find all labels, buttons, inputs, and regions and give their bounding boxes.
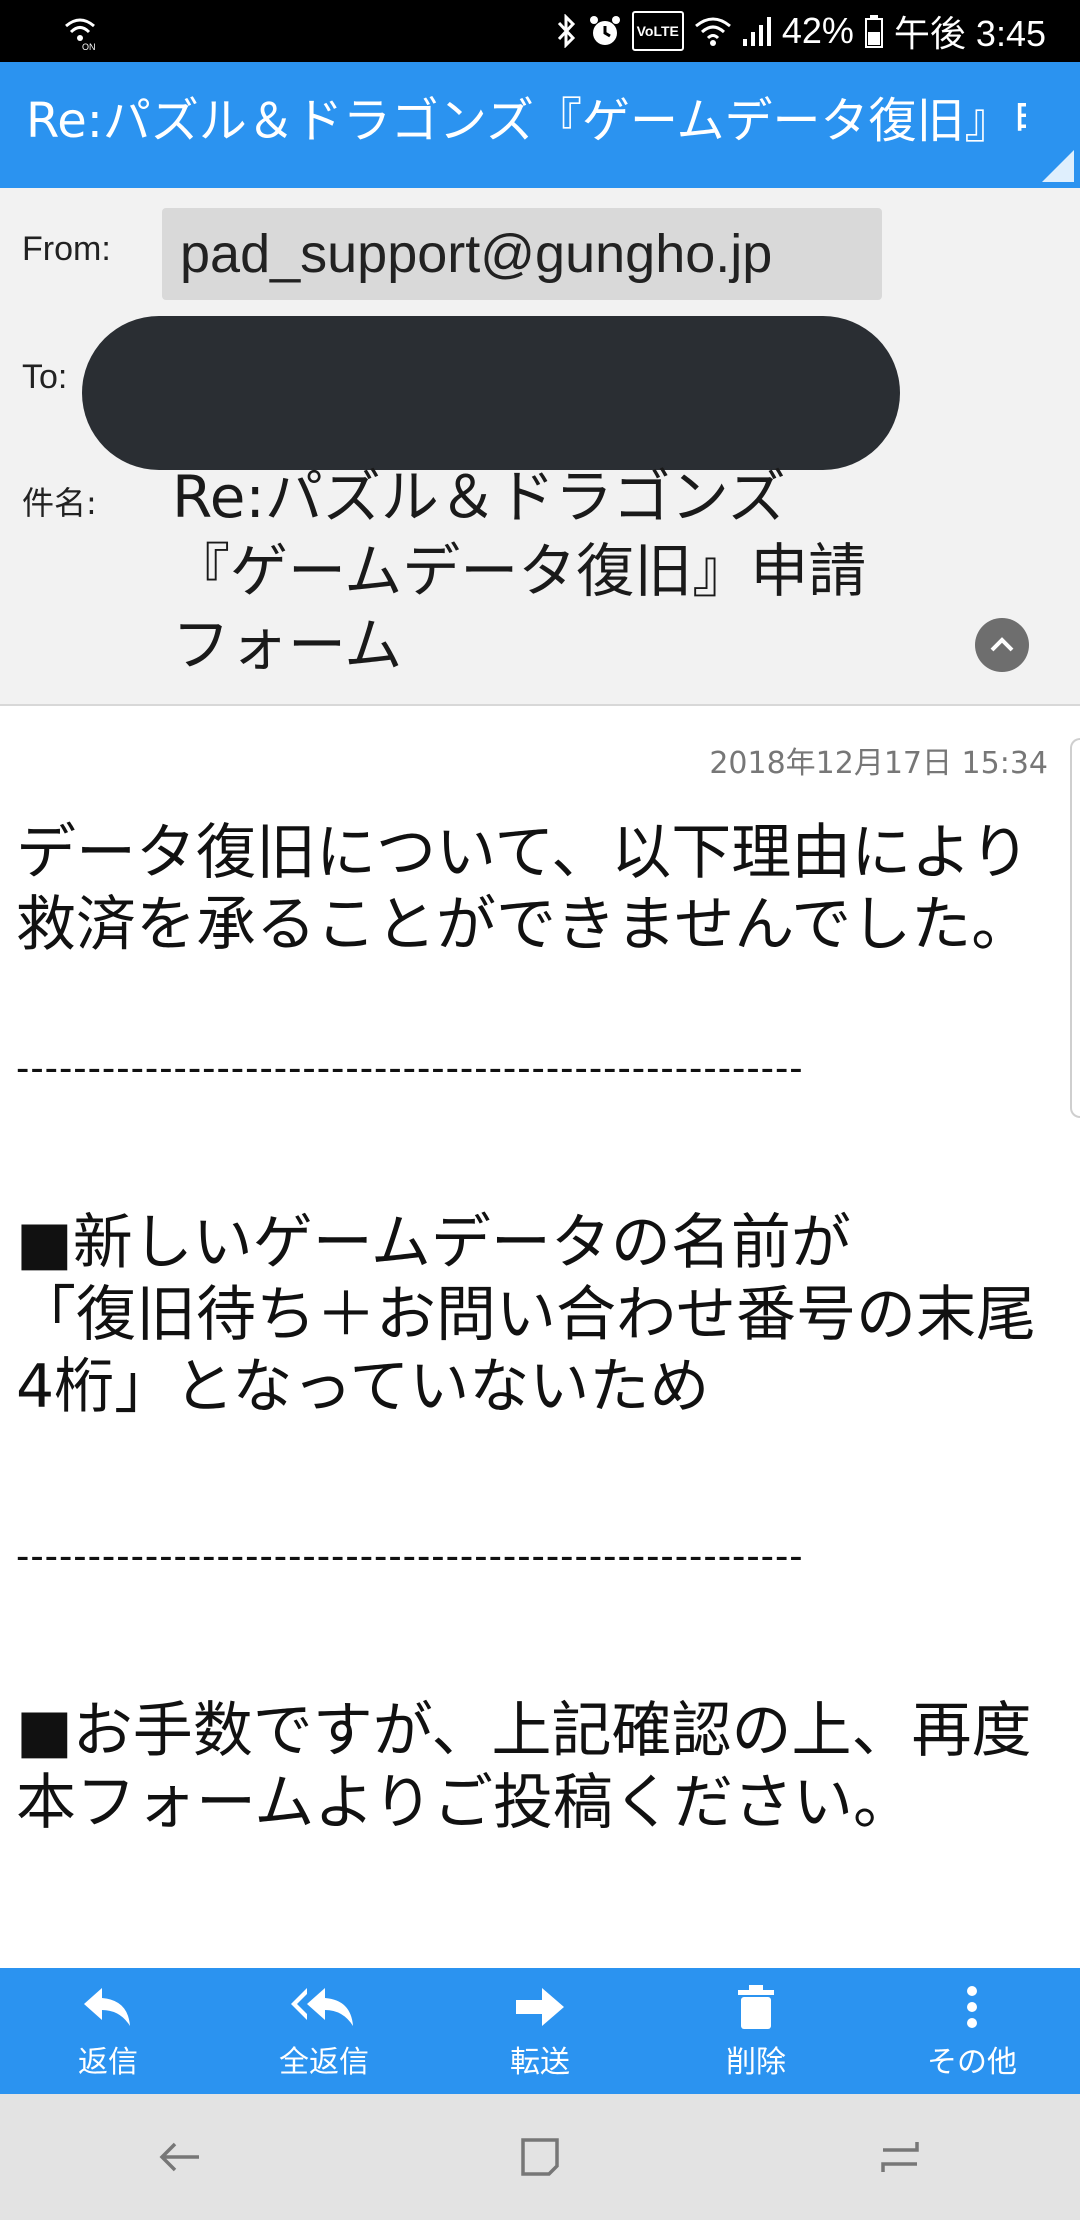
mail-toolbar: 返信 全返信 転送 削除 その他: [0, 1968, 1080, 2094]
alarm-icon: [588, 11, 622, 51]
nav-overview-button[interactable]: [480, 2107, 600, 2207]
trash-icon: [735, 1981, 777, 2033]
system-nav-bar: [0, 2094, 1080, 2220]
battery-percent: 42%: [781, 10, 854, 51]
from-address-chip[interactable]: pad_support@gungho.jp: [162, 208, 882, 300]
status-bar: ON VoLTE 42% 午後 3:45: [0, 0, 1080, 62]
mail-body: 2018年12月17日 15:34 データ復旧について、以下理由により 救済を承…: [0, 708, 1080, 1970]
reply-all-button[interactable]: 全返信: [224, 1968, 424, 2094]
clock: 午後 3:45: [893, 13, 1046, 54]
body-line: ■お手数ですが、上記確認の上、再度: [16, 1696, 1032, 1766]
collapse-header-button[interactable]: [975, 618, 1029, 672]
subject-line: 『ゲームデータ復旧』申請: [172, 537, 867, 605]
from-label: From:: [22, 230, 111, 268]
forward-arrow-icon: [512, 1981, 568, 2033]
svg-text:ON: ON: [82, 42, 96, 52]
forward-label: 転送: [510, 2045, 570, 2080]
body-line: ■新しいゲームデータの名前が: [16, 1208, 851, 1278]
body-line: 本フォームよりご投稿ください。: [16, 1768, 913, 1838]
wifi-icon: [694, 11, 732, 51]
subject-line: フォーム: [172, 611, 403, 679]
square-icon: [521, 2138, 559, 2176]
reply-all-label: 全返信: [279, 2045, 369, 2080]
back-arrow-icon: [159, 2142, 199, 2172]
title-bar: Re:パズル＆ドラゴンズ『ゲームデータ復旧』申…: [0, 62, 1080, 188]
nav-recent-button[interactable]: [840, 2107, 960, 2207]
more-vertical-icon: [965, 1981, 979, 2033]
mail-title: Re:パズル＆ドラゴンズ『ゲームデータ復旧』申…: [26, 93, 1026, 149]
more-button[interactable]: その他: [872, 1968, 1072, 2094]
subject-line: Re:パズル＆ドラゴンズ: [172, 463, 786, 531]
battery-icon: [864, 11, 884, 51]
more-label: その他: [927, 2045, 1017, 2080]
wifi-calling-icon: ON: [60, 12, 100, 52]
body-line: 「復旧待ち＋お問い合わせ番号の末尾: [16, 1280, 1036, 1350]
separator: ----------------------------------------…: [16, 1046, 804, 1090]
separator: ----------------------------------------…: [16, 1534, 804, 1578]
signal-icon: [742, 11, 772, 51]
reply-all-icon: [289, 1981, 359, 2033]
mail-header: From: pad_support@gungho.jp To: 件名: Re:パ…: [0, 188, 1080, 706]
expand-corner-icon[interactable]: [1042, 150, 1074, 182]
to-address-redacted: [82, 316, 900, 470]
reply-icon: [80, 1981, 136, 2033]
body-line: 4桁」となっていないため: [16, 1352, 710, 1422]
subject-label: 件名:: [22, 484, 97, 522]
body-line: 救済を承ることができませんでした。: [16, 890, 1032, 960]
delete-label: 削除: [726, 2045, 786, 2080]
subject-text: Re:パズル＆ドラゴンズ 『ゲームデータ復旧』申請 フォーム: [172, 460, 932, 682]
reply-button[interactable]: 返信: [8, 1968, 208, 2094]
forward-button[interactable]: 転送: [440, 1968, 640, 2094]
nav-back-button[interactable]: [120, 2107, 240, 2207]
reply-label: 返信: [78, 2045, 138, 2080]
body-line: データ復旧について、以下理由により: [16, 818, 1030, 888]
bluetooth-icon: [556, 11, 578, 51]
recent-apps-icon: [881, 2142, 919, 2172]
received-date: 2018年12月17日 15:34: [709, 746, 1048, 781]
delete-button[interactable]: 削除: [656, 1968, 856, 2094]
volte-icon: VoLTE: [631, 11, 684, 51]
chevron-up-icon: [990, 637, 1014, 652]
to-label: To:: [22, 358, 68, 396]
scroll-handle[interactable]: [1070, 738, 1080, 1118]
